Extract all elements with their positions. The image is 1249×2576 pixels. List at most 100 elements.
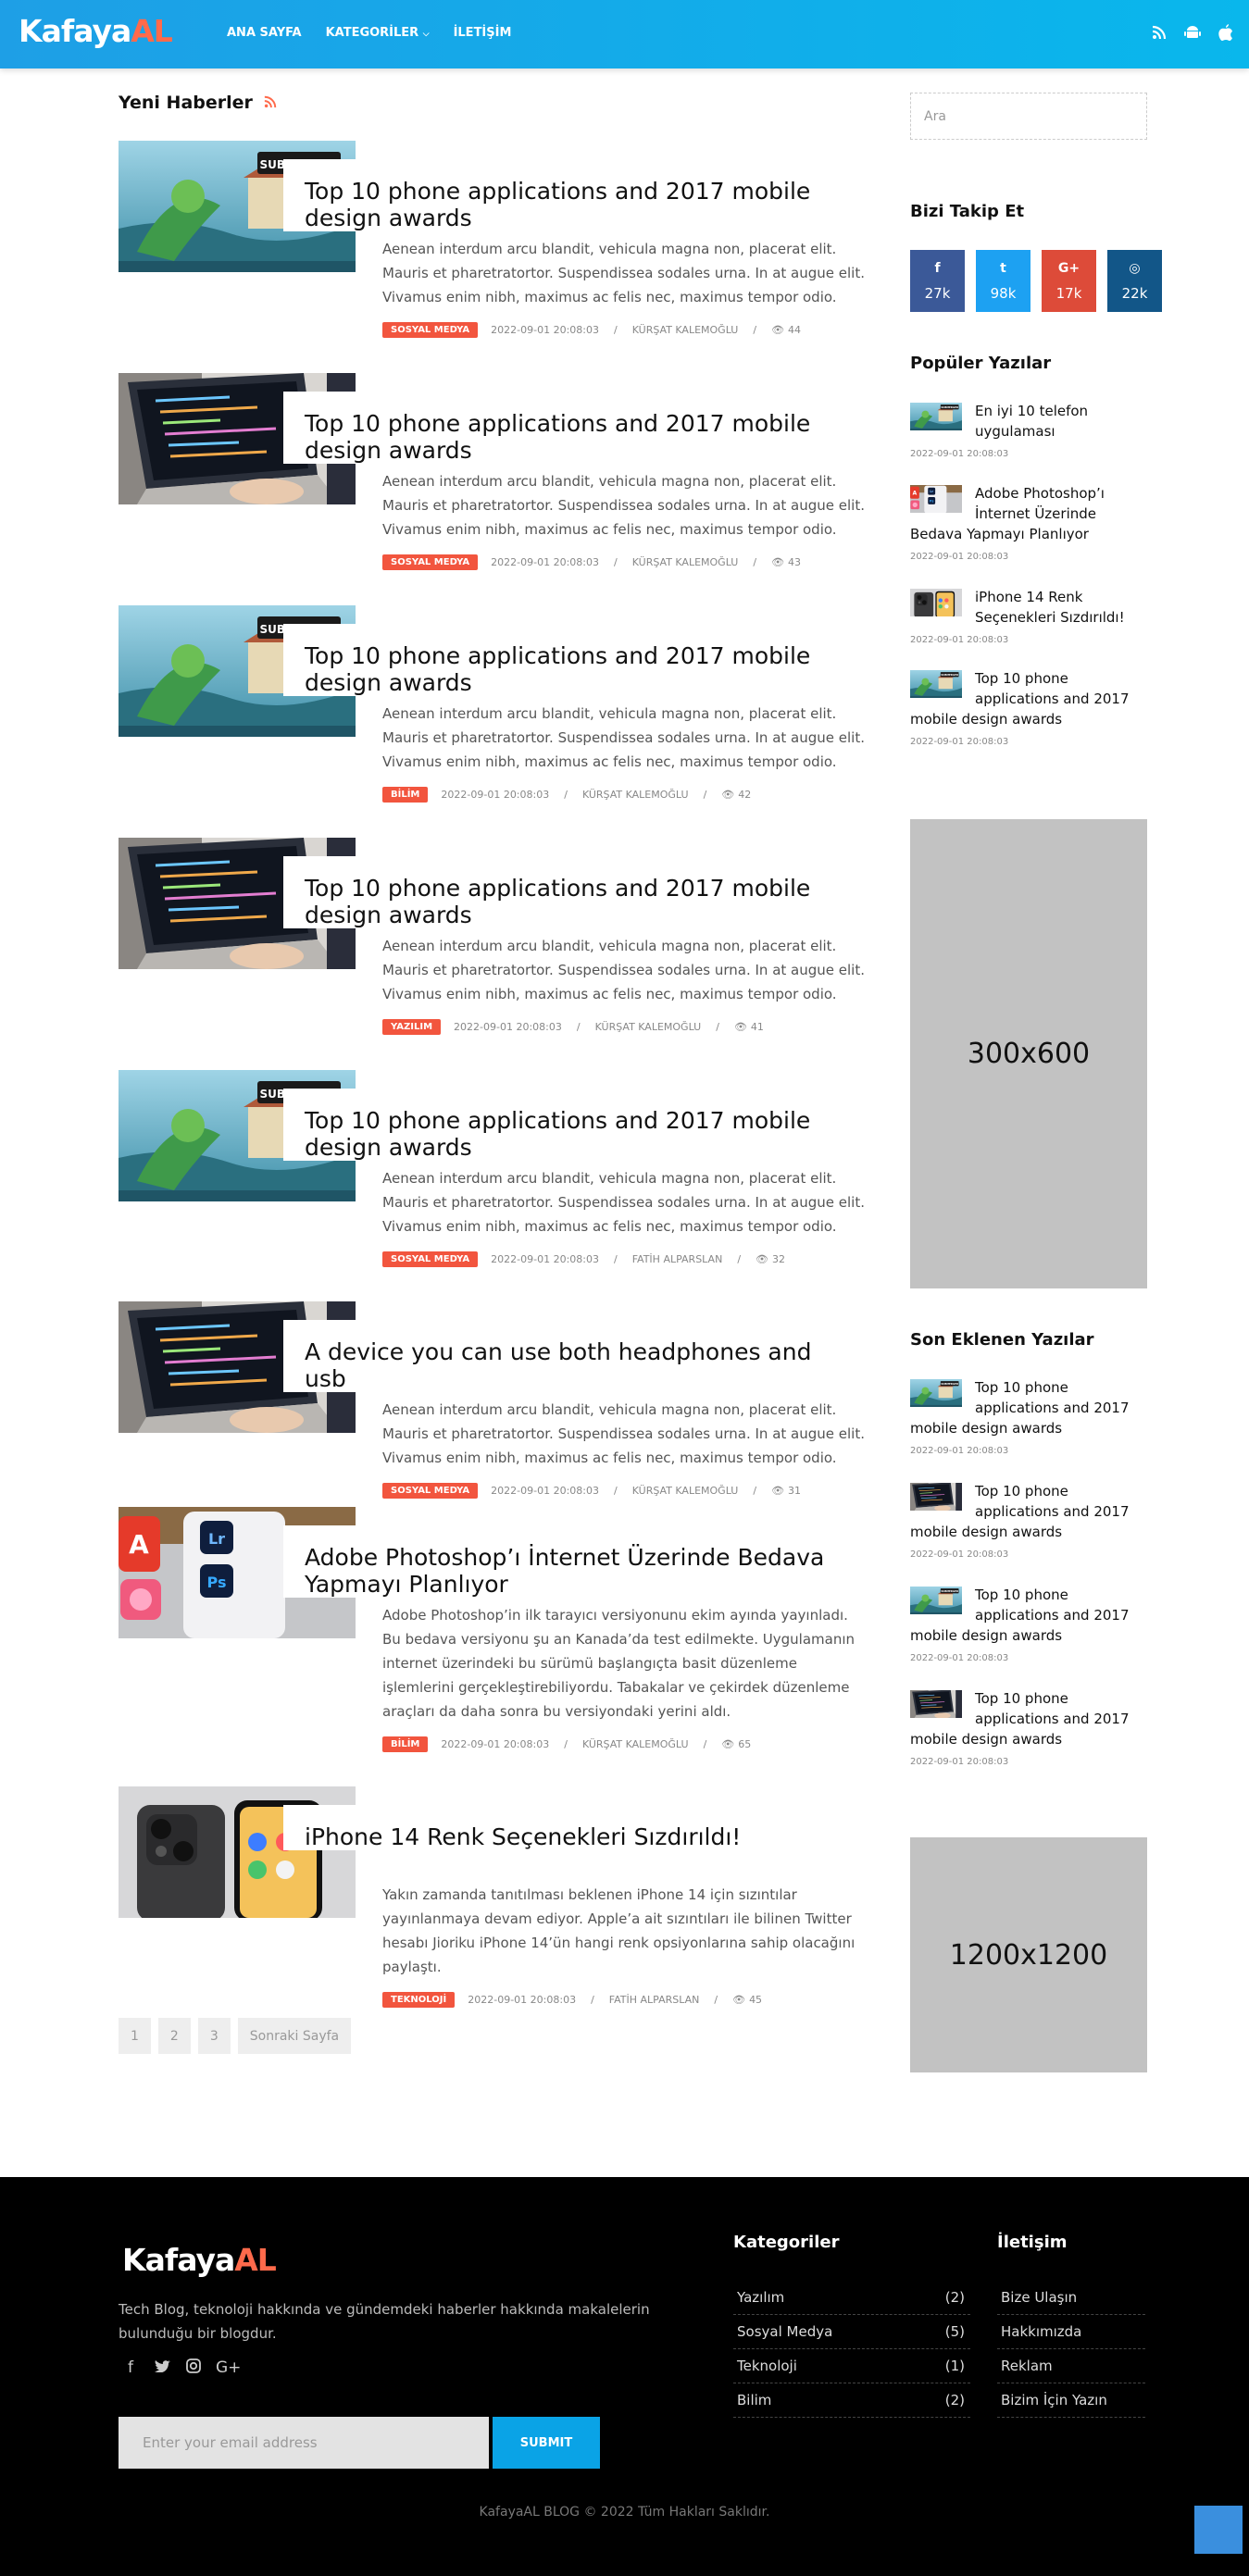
rss-icon[interactable] bbox=[1149, 22, 1169, 43]
post-meta: SOSYAL MEDYA 2022-09-01 20:08:03 / KÜRŞA… bbox=[382, 1483, 801, 1499]
nav-home[interactable]: ANA SAYFA bbox=[227, 26, 302, 40]
post-title[interactable]: Adobe Photoshop’ı İnternet Üzerinde Beda… bbox=[283, 1525, 868, 1598]
sidebar-post-thumbnail[interactable] bbox=[910, 1690, 962, 1718]
category-count: (2) bbox=[944, 2289, 965, 2306]
footer-category-item[interactable]: Bilim (2) bbox=[733, 2383, 970, 2418]
meta-separator: / bbox=[614, 1485, 618, 1497]
post-title[interactable]: Top 10 phone applications and 2017 mobil… bbox=[283, 624, 868, 696]
android-icon[interactable] bbox=[1182, 22, 1203, 43]
sidebar-post-thumbnail[interactable]: A Lr Ps bbox=[910, 485, 962, 513]
instagram-icon[interactable] bbox=[184, 2358, 203, 2378]
search-input[interactable]: Ara bbox=[910, 93, 1147, 140]
post-title[interactable]: Top 10 phone applications and 2017 mobil… bbox=[283, 392, 868, 464]
sidebar-post[interactable]: iPhone 14 Renk Seçenekleri Sızdırıldı! 20… bbox=[910, 587, 1147, 645]
nav-contact[interactable]: İLETİŞİM bbox=[454, 26, 512, 40]
ad-banner-300x600[interactable]: 300x600 bbox=[910, 819, 1147, 1288]
page-2[interactable]: 2 bbox=[157, 2018, 191, 2054]
next-page-button[interactable]: Sonraki Sayfa bbox=[237, 2018, 352, 2054]
section-title: Yeni Haberler bbox=[119, 93, 253, 113]
svg-text:Lr: Lr bbox=[930, 490, 933, 493]
post-meta: SOSYAL MEDYA 2022-09-01 20:08:03 / FATİH… bbox=[382, 1251, 785, 1267]
sidebar-post-thumbnail[interactable]: SUBMERGED bbox=[910, 1587, 962, 1614]
footer-contact-item[interactable]: Bize Ulaşın bbox=[997, 2281, 1145, 2315]
newsletter-submit-button[interactable]: SUBMIT bbox=[493, 2417, 600, 2469]
category-badge[interactable]: SOSYAL MEDYA bbox=[382, 1483, 479, 1499]
newsletter-email-input[interactable]: Enter your email address bbox=[119, 2417, 489, 2469]
category-badge[interactable]: SOSYAL MEDYA bbox=[382, 1251, 479, 1267]
footer-logo[interactable]: KafayaAL bbox=[122, 2242, 277, 2278]
post-excerpt: Aenean interdum arcu blandit, vehicula m… bbox=[382, 705, 865, 770]
meta-separator: / bbox=[614, 324, 618, 336]
category-badge[interactable]: YAZILIM bbox=[382, 1019, 442, 1035]
meta-separator: / bbox=[753, 556, 757, 568]
google-plus-icon[interactable]: G+ bbox=[216, 2358, 241, 2378]
scroll-to-top-button[interactable] bbox=[1194, 2506, 1243, 2554]
post-author[interactable]: KÜRŞAT KALEMOĞLU bbox=[632, 556, 739, 568]
post-title[interactable]: Top 10 phone applications and 2017 mobil… bbox=[283, 1089, 868, 1161]
post-views: 44 bbox=[788, 324, 802, 336]
social-counter-twitter[interactable]: t 98k bbox=[976, 250, 1030, 312]
contact-link: Reklam bbox=[1001, 2358, 1053, 2374]
post-title[interactable]: A device you can use both headphones and… bbox=[283, 1320, 868, 1392]
footer-logo-text: Kafaya bbox=[122, 2242, 235, 2278]
sidebar-post[interactable]: SUBMERGED En iyi 10 telefon uygulaması 202… bbox=[910, 401, 1147, 459]
footer-contact-item[interactable]: Bizim İçin Yazın bbox=[997, 2383, 1145, 2418]
sidebar-post[interactable]: SUBMERGED Top 10 phone applications and 2… bbox=[910, 1585, 1147, 1663]
post-author[interactable]: KÜRŞAT KALEMOĞLU bbox=[582, 789, 689, 801]
facebook-icon[interactable]: f bbox=[121, 2358, 140, 2378]
page-1[interactable]: 1 bbox=[119, 2018, 151, 2054]
sidebar-post[interactable]: Top 10 phone applications and 2017 mobil… bbox=[910, 1688, 1147, 1767]
sidebar-post-thumbnail[interactable] bbox=[910, 589, 962, 616]
post-title[interactable]: iPhone 14 Renk Seçenekleri Sızdırıldı! bbox=[283, 1805, 868, 1850]
category-badge[interactable]: SOSYAL MEDYA bbox=[382, 322, 479, 338]
page-3[interactable]: 3 bbox=[197, 2018, 231, 2054]
post-author[interactable]: FATİH ALPARSLAN bbox=[632, 1253, 723, 1265]
meta-separator: / bbox=[716, 1021, 719, 1033]
post-title[interactable]: Top 10 phone applications and 2017 mobil… bbox=[283, 159, 868, 231]
footer-contact-item[interactable]: Hakkımızda bbox=[997, 2315, 1145, 2349]
sidebar-post[interactable]: SUBMERGED Top 10 phone applications and 2… bbox=[910, 1377, 1147, 1456]
footer-contact-item[interactable]: Reklam bbox=[997, 2349, 1145, 2383]
twitter-icon[interactable] bbox=[153, 2358, 171, 2378]
sidebar-post[interactable]: SUBMERGED Top 10 phone applications and 2… bbox=[910, 668, 1147, 747]
top-header: KafayaAL ANA SAYFA KATEGORİLER ⌵ İLETİŞİ… bbox=[0, 0, 1249, 68]
sidebar-post[interactable]: Top 10 phone applications and 2017 mobil… bbox=[910, 1481, 1147, 1560]
header-icons bbox=[1149, 22, 1236, 43]
post-author[interactable]: KÜRŞAT KALEMOĞLU bbox=[632, 324, 739, 336]
sidebar-post[interactable]: A Lr Ps Adobe Photoshop’ı İnternet Üzerinde… bbox=[910, 483, 1147, 562]
category-badge[interactable]: BİLİM bbox=[382, 1736, 429, 1752]
sidebar-post-thumbnail[interactable]: SUBMERGED bbox=[910, 670, 962, 698]
social-counter-instagram[interactable]: ◎ 22k bbox=[1107, 250, 1162, 312]
sidebar-post-thumbnail[interactable]: SUBMERGED bbox=[910, 1379, 962, 1407]
post-author[interactable]: KÜRŞAT KALEMOĞLU bbox=[632, 1485, 739, 1497]
category-badge[interactable]: BİLİM bbox=[382, 787, 429, 803]
category-badge[interactable]: SOSYAL MEDYA bbox=[382, 554, 479, 570]
footer-category-item[interactable]: Teknoloji (1) bbox=[733, 2349, 970, 2383]
post-author[interactable]: KÜRŞAT KALEMOĞLU bbox=[595, 1021, 702, 1033]
sidebar-post-date: 2022-09-01 20:08:03 bbox=[910, 635, 1009, 645]
post-title[interactable]: Top 10 phone applications and 2017 mobil… bbox=[283, 856, 868, 928]
post-excerpt: Aenean interdum arcu blandit, vehicula m… bbox=[382, 938, 865, 1002]
ad-banner-1200x1200[interactable]: 1200x1200 bbox=[910, 1837, 1147, 2072]
footer-category-item[interactable]: Sosyal Medya (5) bbox=[733, 2315, 970, 2349]
meta-separator: / bbox=[703, 789, 707, 801]
footer-category-item[interactable]: Yazılım (2) bbox=[733, 2281, 970, 2315]
footer-contact-title: İletişim bbox=[997, 2233, 1068, 2252]
meta-separator: / bbox=[753, 324, 757, 336]
svg-text:A: A bbox=[129, 1529, 149, 1560]
post-author[interactable]: KÜRŞAT KALEMOĞLU bbox=[582, 1738, 689, 1750]
nav-categories[interactable]: KATEGORİLER ⌵ bbox=[326, 26, 430, 40]
site-logo[interactable]: KafayaAL bbox=[19, 13, 173, 49]
eye-icon: 👁 bbox=[721, 789, 735, 801]
apple-icon[interactable] bbox=[1216, 22, 1236, 43]
social-counter-google-plus[interactable]: G+ 17k bbox=[1042, 250, 1096, 312]
post-author[interactable]: FATİH ALPARSLAN bbox=[609, 1994, 700, 2006]
rss-icon[interactable] bbox=[264, 94, 277, 112]
sidebar-post-thumbnail[interactable]: SUBMERGED bbox=[910, 403, 962, 430]
sidebar-post-thumbnail[interactable] bbox=[910, 1483, 962, 1511]
category-count: (1) bbox=[944, 2358, 965, 2374]
footer-categories: Yazılım (2) Sosyal Medya (5) Teknoloji (1) Bil… bbox=[733, 2281, 970, 2418]
social-counter-facebook[interactable]: f 27k bbox=[910, 250, 965, 312]
category-badge[interactable]: TEKNOLOJİ bbox=[382, 1992, 456, 2008]
contact-link: Bize Ulaşın bbox=[1001, 2289, 1078, 2306]
